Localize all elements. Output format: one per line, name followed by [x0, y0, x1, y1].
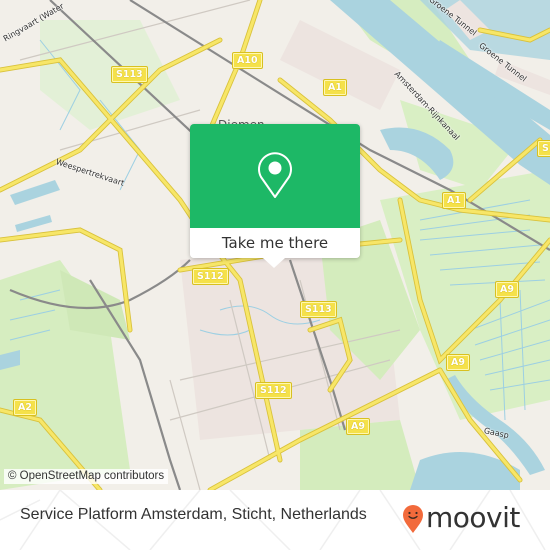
road-shield-s112: S112 [255, 382, 292, 399]
road-shield-a9: A9 [346, 418, 370, 435]
road-shield-a9: A9 [495, 281, 519, 298]
map-attribution[interactable]: © OpenStreetMap contributors [4, 469, 169, 484]
moovit-pin-icon [403, 505, 423, 533]
take-me-there-label: Take me there [221, 234, 329, 252]
take-me-there-button[interactable]: Take me there [190, 228, 360, 258]
location-popup: Take me there [190, 124, 360, 268]
place-name: Service Platform Amsterdam, Sticht, Neth… [20, 506, 367, 523]
road-shield-a9: A9 [446, 354, 470, 371]
location-pin-icon [258, 152, 292, 198]
popup-header [190, 124, 360, 228]
road-shield-a1: A1 [442, 192, 466, 209]
moovit-wordmark: moovit [426, 501, 520, 534]
road-shield-s113: S113 [111, 66, 148, 83]
footer-bar: Service Platform Amsterdam, Sticht, Neth… [0, 490, 550, 550]
popup-pointer [263, 258, 285, 268]
map-view[interactable]: S113 A10 A1 A1 S112 S113 A9 A9 A9 S112 A… [0, 0, 550, 490]
road-shield-s113: S113 [300, 301, 337, 318]
road-shield-s: S [537, 140, 550, 157]
road-shield-a1: A1 [323, 79, 347, 96]
road-shield-a2: A2 [13, 399, 37, 416]
road-shield-a10: A10 [232, 52, 263, 69]
road-shield-s112: S112 [192, 268, 229, 285]
